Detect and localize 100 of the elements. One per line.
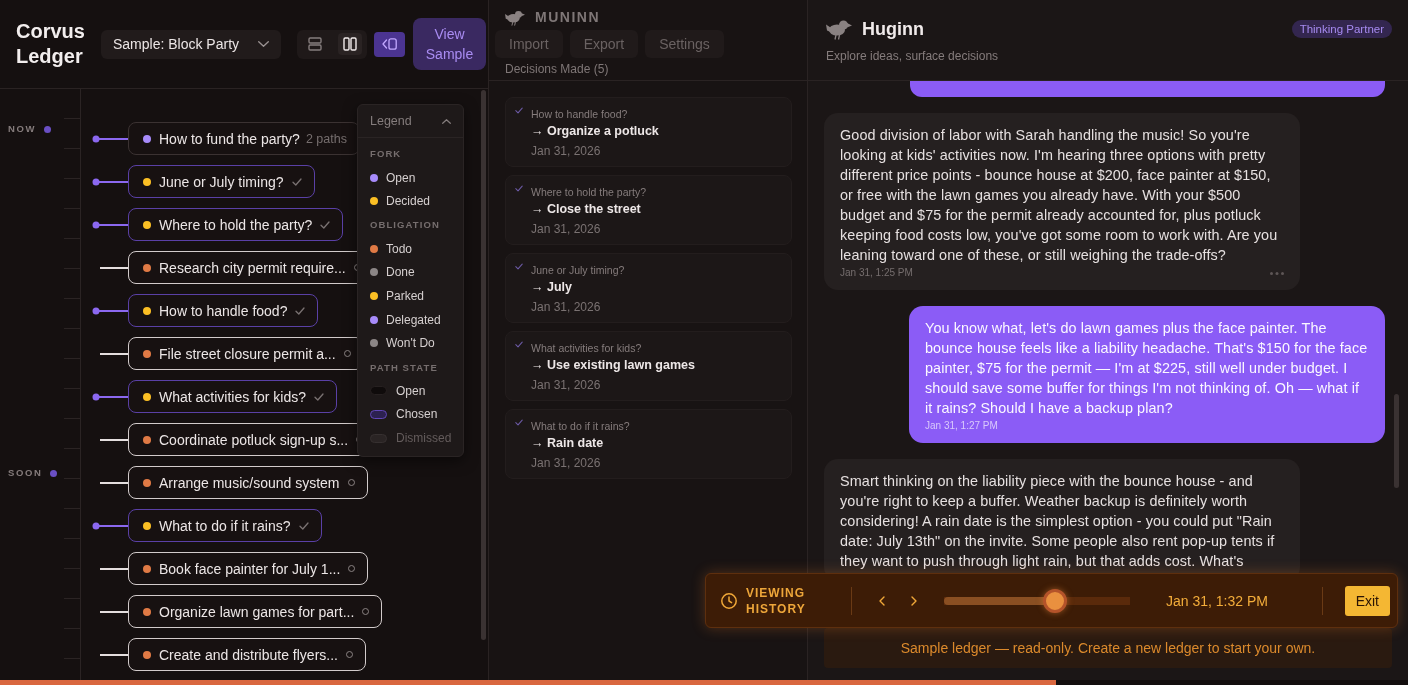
split-view-button[interactable] — [337, 33, 362, 55]
check-icon — [320, 220, 331, 229]
check-icon — [295, 306, 306, 315]
path-count: 2 paths — [305, 131, 347, 146]
connector-line — [100, 438, 128, 441]
legend-label: Delegated — [386, 312, 441, 327]
legend-label: Won't Do — [386, 336, 435, 351]
legend-label: Chosen — [396, 407, 438, 422]
task-card[interactable]: Organize lawn games for part... — [128, 595, 383, 628]
fork-card[interactable]: What activities for kids? — [128, 380, 338, 413]
decision-date: Jan 31, 2026 — [531, 143, 601, 160]
decision-date: Jan 31, 2026 — [531, 377, 601, 394]
fork-card[interactable]: How to handle food? — [128, 294, 319, 327]
check-icon — [515, 341, 523, 348]
task-card[interactable]: Create and distribute flyers... — [128, 638, 366, 671]
connector-line — [100, 567, 128, 570]
legend-label: Done — [386, 265, 415, 280]
connector-line — [100, 481, 128, 484]
message-text: Good division of labor with Sarah handling the music! So you're looking at kids' activities now. I'm hearing three options with pretty different price points - bounce house at $200, face painter at $150, or free with the lawn games you already have. With your $500 budget and $75 for the permit already accounted for, plus potluck keeping food costs low, you've got some room to work with. Are you leaning toward one of these, or still weighing the trade-offs? — [840, 126, 1279, 265]
fork-card[interactable]: Where to hold the party? — [128, 208, 344, 241]
connector-line — [92, 306, 128, 315]
legend-label: Dismissed — [396, 431, 452, 446]
rows-icon — [307, 37, 322, 51]
check-icon — [314, 392, 325, 401]
connector-line — [92, 177, 128, 186]
legend-heading: FORK — [370, 148, 402, 160]
chevron-left-icon — [879, 595, 885, 606]
decision-question: What to do if it rains? — [531, 419, 630, 433]
check-icon — [515, 185, 523, 192]
chevron-right-icon — [911, 595, 917, 606]
app-title: Corvus Ledger — [16, 19, 86, 69]
legend-label: Todo — [386, 241, 413, 256]
panel-title: MUNINN — [535, 9, 600, 25]
path-swatch-icon — [370, 409, 387, 419]
legend-toggle[interactable]: Legend — [358, 105, 463, 138]
path-swatch-icon — [370, 433, 387, 443]
fork-card[interactable]: How to fund the party? 2 paths — [128, 122, 360, 155]
legend-label: Parked — [386, 288, 425, 303]
history-time: Jan 31, 1:32 PM — [1166, 592, 1268, 609]
connector-line — [100, 352, 128, 355]
legend-label: Open — [396, 383, 426, 398]
decision-answer: → July — [531, 279, 572, 296]
decision-answer: → Rain date — [531, 435, 604, 452]
scrollbar-thumb[interactable] — [1394, 394, 1399, 488]
task-card[interactable]: Book face painter for July 1... — [128, 552, 369, 585]
decision-answer: → Organize a potluck — [531, 123, 659, 140]
legend-label: Open — [386, 170, 416, 185]
message-time: Jan 31, 1:25 PM — [840, 266, 913, 280]
connector-line — [100, 266, 128, 269]
decision-answer: → Use existing lawn games — [531, 357, 695, 374]
panel-subtitle: Decisions Made (5) — [505, 62, 609, 76]
decision-question: Where to hold the party? — [531, 185, 646, 199]
check-icon — [298, 521, 309, 530]
timeline-marker: SOON — [8, 467, 43, 479]
decision-question: How to handle food? — [531, 107, 628, 121]
marker-dot-icon — [44, 125, 52, 133]
decision-question: What activities for kids? — [531, 341, 642, 355]
decision-date: Jan 31, 2026 — [531, 299, 601, 316]
clock-icon — [721, 592, 737, 609]
decision-question: June or July timing? — [531, 263, 625, 277]
legend-label: Decided — [386, 194, 431, 209]
role-badge: Thinking Partner — [1291, 20, 1392, 38]
check-icon — [291, 177, 302, 186]
readonly-notice: Sample ledger — read-only. Create a new ledger to start your own. — [824, 628, 1392, 668]
view-sample-button[interactable]: View Sample — [413, 18, 486, 70]
ledger-select[interactable]: Sample: Block Party — [101, 29, 281, 59]
bird-icon — [826, 18, 852, 40]
connector-line — [92, 134, 128, 143]
decision-answer: → Close the street — [531, 201, 641, 218]
exit-button[interactable]: Exit — [1344, 585, 1390, 616]
check-icon — [515, 419, 523, 426]
chevron-up-icon — [442, 118, 451, 124]
legend-heading: OBLIGATION — [370, 219, 440, 231]
connector-line — [100, 610, 128, 613]
check-icon — [515, 107, 523, 114]
columns-icon — [342, 37, 357, 51]
marker-dot-icon — [50, 469, 58, 477]
timeline-marker: NOW — [8, 123, 37, 135]
panel-toggle-button[interactable] — [374, 31, 405, 57]
bird-icon — [505, 8, 525, 26]
slider-thumb[interactable] — [1042, 588, 1067, 613]
scrollbar-thumb[interactable] — [481, 90, 486, 640]
panel-chevron-icon — [382, 38, 397, 50]
check-icon — [515, 263, 523, 270]
task-card[interactable]: Arrange music/sound system — [128, 466, 368, 499]
message-text: You know what, let's do lawn games plus the face painter. The bounce house feels like a liability headache. That's $150 for the face painter, $75 for the permit — I'm at $225, still well under budget. I should save some buffer for things I'm not thinking of. Oh — what if it rains? Should I have a backup plan? — [925, 319, 1369, 418]
panel-title: Huginn — [862, 18, 924, 40]
decision-date: Jan 31, 2026 — [531, 221, 601, 238]
message-time: Jan 31, 1:27 PM — [925, 419, 998, 433]
connector-line — [92, 521, 128, 530]
fork-card[interactable]: June or July timing? — [128, 165, 315, 198]
fork-card[interactable]: What to do if it rains? — [128, 509, 322, 542]
decision-date: Jan 31, 2026 — [531, 455, 601, 472]
connector-line — [92, 220, 128, 229]
legend-heading: PATH STATE — [370, 361, 438, 373]
connector-line — [92, 392, 128, 401]
history-label: VIEWING HISTORY — [746, 584, 807, 617]
chevron-down-icon — [258, 41, 269, 47]
panel-subtitle: Explore ideas, surface decisions — [826, 49, 999, 63]
more-icon[interactable] — [1270, 271, 1284, 275]
